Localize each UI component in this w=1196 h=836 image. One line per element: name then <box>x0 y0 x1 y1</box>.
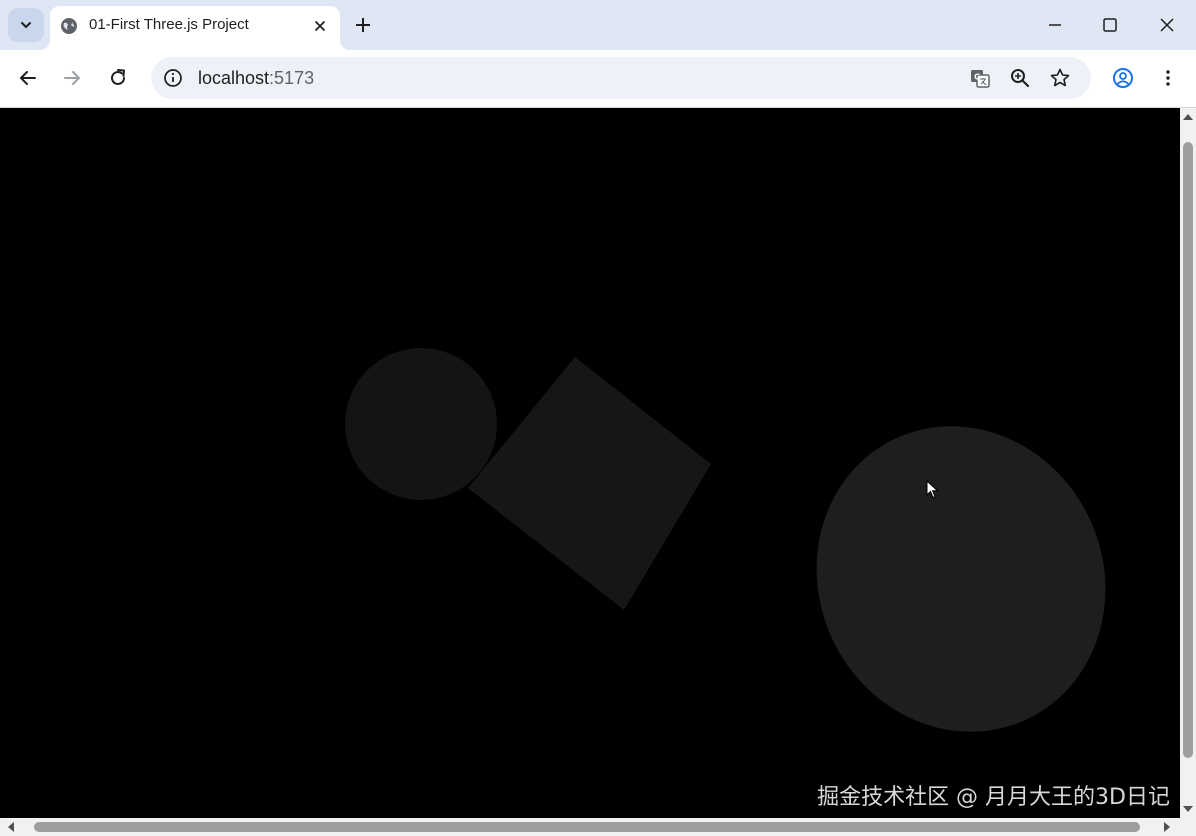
close-icon[interactable] <box>312 18 328 34</box>
vertical-scroll-thumb[interactable] <box>1183 142 1193 758</box>
star-icon[interactable] <box>1049 67 1071 89</box>
scroll-left-icon[interactable] <box>8 822 14 832</box>
webgl-canvas[interactable]: 掘金技术社区 @ 月月大王的3D日记 <box>0 108 1180 818</box>
chevron-down-icon <box>21 22 31 29</box>
scroll-up-icon[interactable] <box>1183 114 1193 120</box>
three-scene <box>345 348 1106 732</box>
mouse-cursor-icon <box>926 480 939 499</box>
box-mesh <box>468 357 711 610</box>
tab-strip: 01-First Three.js Project <box>0 0 1196 50</box>
info-icon[interactable] <box>163 68 183 88</box>
tab-search-button[interactable] <box>8 8 44 42</box>
globe-icon <box>61 18 77 34</box>
url-port: :5173 <box>269 68 315 88</box>
url-host: localhost <box>198 68 270 88</box>
horizontal-scroll-thumb[interactable] <box>34 822 1140 832</box>
plus-icon[interactable] <box>352 14 374 36</box>
browser-toolbar: localhost:5173 G <box>0 50 1196 108</box>
active-tab[interactable]: 01-First Three.js Project <box>50 6 340 50</box>
minimize-icon[interactable] <box>1044 14 1066 36</box>
watermark-text: 掘金技术社区 @ 月月大王的3D日记 <box>817 785 1170 810</box>
tab-title: 01-First Three.js Project <box>89 16 249 33</box>
scroll-down-icon[interactable] <box>1183 806 1193 812</box>
window-close-icon[interactable] <box>1156 14 1178 36</box>
arrow-left-icon[interactable] <box>17 67 39 89</box>
scroll-right-icon[interactable] <box>1164 822 1170 832</box>
svg-text:G: G <box>974 73 981 82</box>
maximize-icon[interactable] <box>1099 14 1121 36</box>
reload-icon[interactable] <box>107 67 129 89</box>
url-text[interactable]: localhost:5173 <box>198 68 314 89</box>
arrow-right-icon[interactable] <box>61 67 83 89</box>
address-bar[interactable]: localhost:5173 G <box>151 57 1091 99</box>
translate-icon[interactable]: G <box>969 67 991 89</box>
vertical-scrollbar[interactable] <box>1180 108 1196 818</box>
sphere-mesh <box>345 348 497 500</box>
kebab-menu-icon[interactable] <box>1157 67 1179 89</box>
zoom-icon[interactable] <box>1009 67 1031 89</box>
profile-icon[interactable] <box>1112 67 1134 89</box>
horizontal-scrollbar[interactable] <box>0 818 1196 836</box>
ellipse-mesh <box>816 426 1106 732</box>
